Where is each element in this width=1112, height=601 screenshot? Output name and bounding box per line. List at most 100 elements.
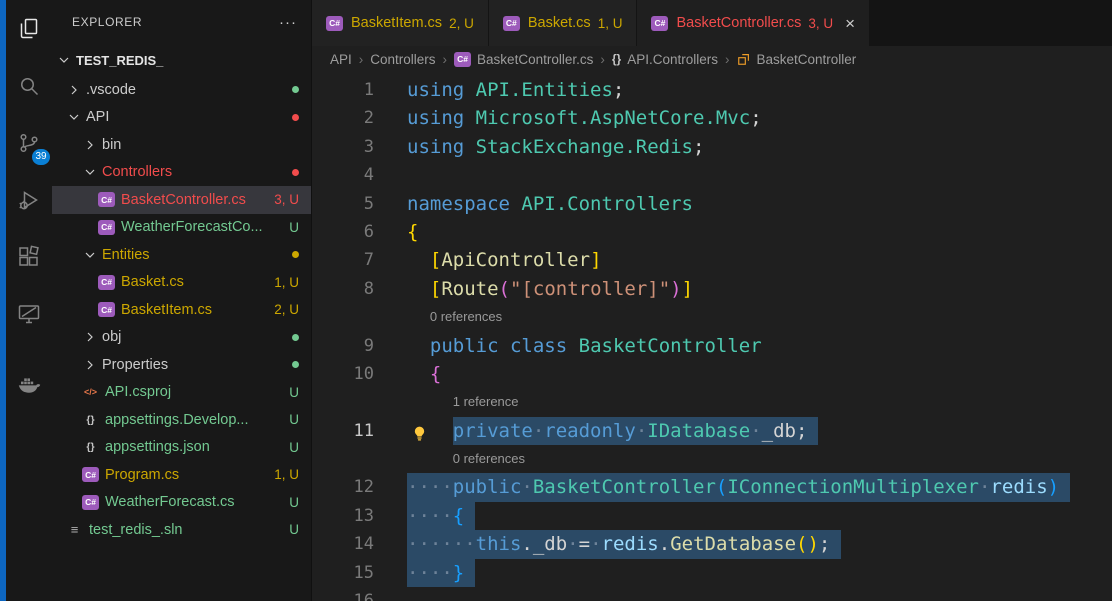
csharp-file-icon: C#	[651, 15, 669, 31]
tree-item-weatherforecastco[interactable]: C# WeatherForecastCo... U	[52, 214, 311, 242]
code-line-5[interactable]: 5 namespace API.Controllers	[312, 190, 1112, 218]
more-actions-icon[interactable]: ···	[279, 14, 297, 31]
extensions-icon[interactable]	[6, 228, 52, 285]
line-number[interactable]: 14	[312, 530, 374, 558]
line-number[interactable]: 13	[312, 502, 374, 530]
code-line-4[interactable]: 4	[312, 161, 1112, 189]
code-line-14[interactable]: 14 ······this._db·=·redis.GetDatabase();	[312, 530, 1112, 559]
tree-root-test-redis[interactable]: TEST_REDIS_	[52, 44, 311, 76]
item-label: BasketController.cs	[121, 191, 246, 208]
chevron-down-icon	[85, 252, 95, 258]
tab-status-badge: 1, U	[597, 15, 623, 31]
line-number[interactable]: 9	[312, 332, 374, 360]
tab-basketitem-cs[interactable]: C# BasketItem.cs 2, U	[312, 0, 489, 46]
tree-item-program-cs[interactable]: C# Program.cs 1, U	[52, 461, 311, 489]
code-line-6[interactable]: 6{	[312, 218, 1112, 246]
line-number[interactable]: 5	[312, 190, 374, 218]
codelens-label[interactable]: 1 reference	[453, 394, 519, 409]
close-tab-icon[interactable]: ×	[845, 15, 855, 32]
code-line-16[interactable]: 16	[312, 587, 1112, 601]
code-line-11[interactable]: 11 private·readonly·IDatabase·_db;	[312, 416, 1112, 446]
tree-item-entities[interactable]: Entities	[52, 241, 311, 269]
code-line-12[interactable]: 12 ····public·BasketController(IConnectio…	[312, 473, 1112, 502]
tree-item-api[interactable]: API	[52, 104, 311, 132]
codelens[interactable]: 1 reference	[312, 388, 1112, 416]
docker-icon[interactable]	[6, 356, 52, 413]
breadcrumb-item-api-controllers[interactable]: {} API.Controllers	[612, 52, 718, 67]
tree-item-obj[interactable]: obj	[52, 324, 311, 352]
json-file-icon: {}	[86, 413, 95, 426]
lightbulb-icon[interactable]	[411, 422, 429, 441]
breadcrumb-item-basketcontroller[interactable]: BasketController	[737, 52, 856, 67]
code-line-13[interactable]: 13 ····{	[312, 501, 1112, 531]
code-line-15[interactable]: 15 ····}	[312, 558, 1112, 588]
tree-item-appsettings-develop[interactable]: {} appsettings.Develop... U	[52, 406, 311, 434]
code-line-8[interactable]: 8 [Route("[controller]")]	[312, 275, 1112, 303]
git-status-badge: U	[289, 384, 299, 400]
tab-basketcontroller-cs[interactable]: C# BasketController.cs 3, U ×	[637, 0, 871, 46]
remote-window-icon[interactable]	[6, 285, 52, 342]
codelens[interactable]: 0 references	[312, 303, 1112, 331]
git-status-badge: U	[289, 412, 299, 428]
tab-label: BasketItem.cs	[351, 15, 443, 31]
codelens-label[interactable]: 0 references	[453, 451, 525, 466]
tree-item-appsettings-json[interactable]: {} appsettings.json U	[52, 434, 311, 462]
search-icon[interactable]	[6, 57, 52, 114]
sln-file-icon: ≡	[70, 522, 79, 538]
code-text: ····{	[407, 501, 476, 531]
tree-item-weatherforecast-cs[interactable]: C# WeatherForecast.cs U	[52, 489, 311, 517]
code-editor[interactable]: 1 using API.Entities; 2 using Microsoft.Asp…	[312, 72, 1112, 601]
breadcrumb-item-basketcontroller-cs[interactable]: C# BasketController.cs	[454, 51, 593, 67]
tree-item-api-csproj[interactable]: </> API.csproj U	[52, 379, 311, 407]
item-label: API	[86, 109, 110, 126]
line-number[interactable]: 4	[312, 161, 374, 189]
line-number[interactable]: 15	[312, 559, 374, 587]
explorer-sidebar: EXPLORER ··· TEST_REDIS_ .vscode API bin Co…	[52, 0, 312, 601]
tree-item-test-redis-sln[interactable]: ≡ test_redis_.sln U	[52, 516, 311, 544]
chevron-right-icon	[87, 332, 93, 342]
csharp-file-icon: C#	[82, 467, 99, 483]
tree-item-vscode[interactable]: .vscode	[52, 76, 311, 104]
line-number[interactable]: 8	[312, 275, 374, 303]
tree-item-properties[interactable]: Properties	[52, 351, 311, 379]
tree-item-bin[interactable]: bin	[52, 131, 311, 159]
line-number[interactable]: 7	[312, 246, 374, 274]
code-line-2[interactable]: 2 using Microsoft.AspNetCore.Mvc;	[312, 104, 1112, 132]
class-icon	[737, 54, 749, 65]
line-number[interactable]: 12	[312, 473, 374, 501]
line-number[interactable]: 11	[312, 417, 374, 445]
source-control-icon[interactable]: 39	[6, 114, 52, 171]
item-label: Controllers	[102, 164, 173, 181]
tree-item-basketitem-cs[interactable]: C# BasketItem.cs 2, U	[52, 296, 311, 324]
tree-item-basketcontroller-cs[interactable]: C# BasketController.cs 3, U	[52, 186, 311, 214]
item-label: WeatherForecast.cs	[105, 494, 235, 511]
code-line-10[interactable]: 10 {	[312, 360, 1112, 388]
line-number[interactable]: 10	[312, 360, 374, 388]
code-line-9[interactable]: 9 public class BasketController	[312, 332, 1112, 360]
code-line-1[interactable]: 1 using API.Entities;	[312, 76, 1112, 104]
line-number[interactable]: 2	[312, 104, 374, 132]
tab-basket-cs[interactable]: C# Basket.cs 1, U	[488, 0, 638, 46]
item-label: Properties	[102, 356, 169, 373]
code-line-3[interactable]: 3 using StackExchange.Redis;	[312, 133, 1112, 161]
csharp-file-icon: C#	[502, 15, 520, 31]
breadcrumb-item-api[interactable]: API	[330, 52, 352, 67]
breadcrumb-item-controllers[interactable]: Controllers	[370, 52, 435, 67]
folder-status-dot	[292, 251, 299, 259]
tree-item-basket-cs[interactable]: C# Basket.cs 1, U	[52, 269, 311, 297]
selection-newline	[1059, 473, 1071, 502]
run-debug-icon[interactable]	[6, 171, 52, 228]
codelens[interactable]: 0 references	[312, 445, 1112, 473]
breadcrumb-label: Controllers	[370, 51, 436, 67]
line-number[interactable]: 1	[312, 76, 374, 104]
codelens-label[interactable]: 0 references	[430, 309, 502, 324]
code-line-7[interactable]: 7 [ApiController]	[312, 246, 1112, 274]
line-number[interactable]: 3	[312, 133, 374, 161]
activity-bar: 39	[6, 0, 52, 601]
breadcrumb-separator: ›	[600, 51, 605, 67]
selection-newline	[464, 501, 476, 531]
line-number[interactable]: 16	[312, 587, 374, 601]
explorer-icon[interactable]	[6, 0, 52, 57]
tree-item-controllers[interactable]: Controllers	[52, 159, 311, 187]
line-number[interactable]: 6	[312, 218, 374, 246]
